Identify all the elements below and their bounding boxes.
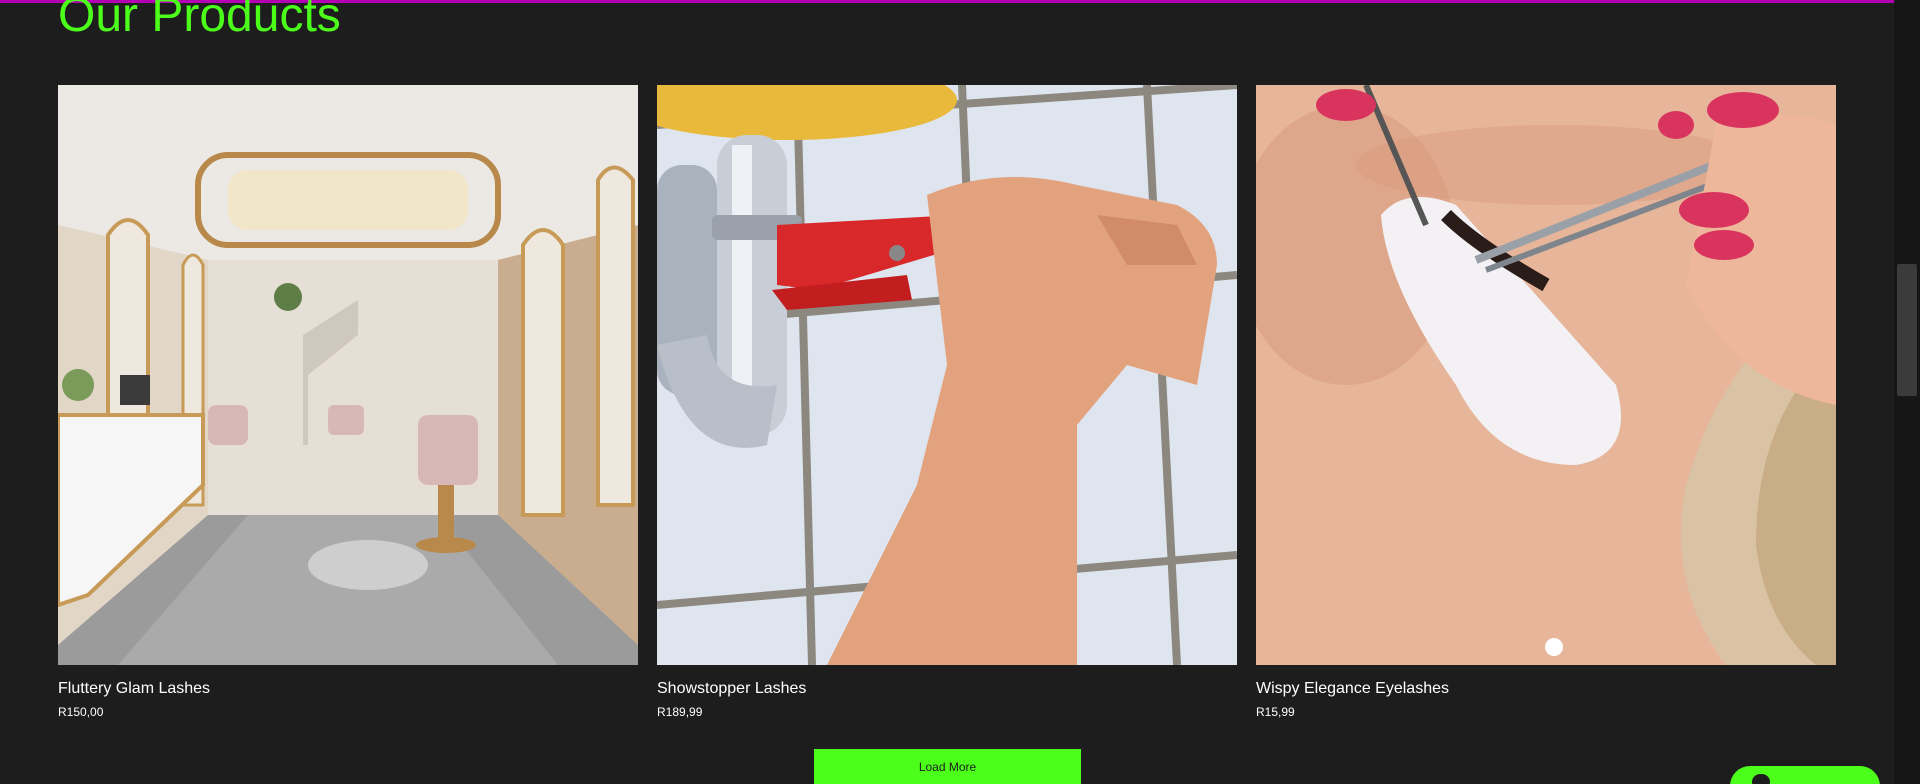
product-price: R150,00 bbox=[58, 705, 104, 719]
product-image[interactable] bbox=[657, 85, 1237, 665]
product-image[interactable] bbox=[1256, 85, 1836, 665]
product-name[interactable]: Fluttery Glam Lashes bbox=[58, 680, 638, 698]
product-card[interactable]: Showstopper Lashes R189,99 bbox=[657, 85, 1237, 719]
product-card[interactable]: Wispy Elegance Eyelashes R15,99 bbox=[1256, 85, 1836, 719]
product-price: R15,99 bbox=[1256, 705, 1295, 719]
product-image[interactable] bbox=[58, 85, 638, 665]
chat-icon bbox=[1752, 774, 1770, 784]
plumber-wrench-image bbox=[657, 85, 1237, 665]
section-title: Our Products bbox=[58, 0, 341, 42]
product-name[interactable]: Wispy Elegance Eyelashes bbox=[1256, 680, 1836, 698]
page: Our Products Fluttery Glam Lashes R150,0… bbox=[0, 0, 1920, 784]
product-card[interactable]: Fluttery Glam Lashes R150,00 bbox=[58, 85, 638, 719]
product-price: R189,99 bbox=[657, 705, 703, 719]
load-more-button[interactable]: Load More bbox=[814, 749, 1081, 784]
eyelash-extension-image bbox=[1256, 85, 1836, 665]
salon-interior-image bbox=[58, 85, 638, 665]
scrollbar-thumb[interactable] bbox=[1897, 264, 1917, 396]
product-name[interactable]: Showstopper Lashes bbox=[657, 680, 1237, 698]
